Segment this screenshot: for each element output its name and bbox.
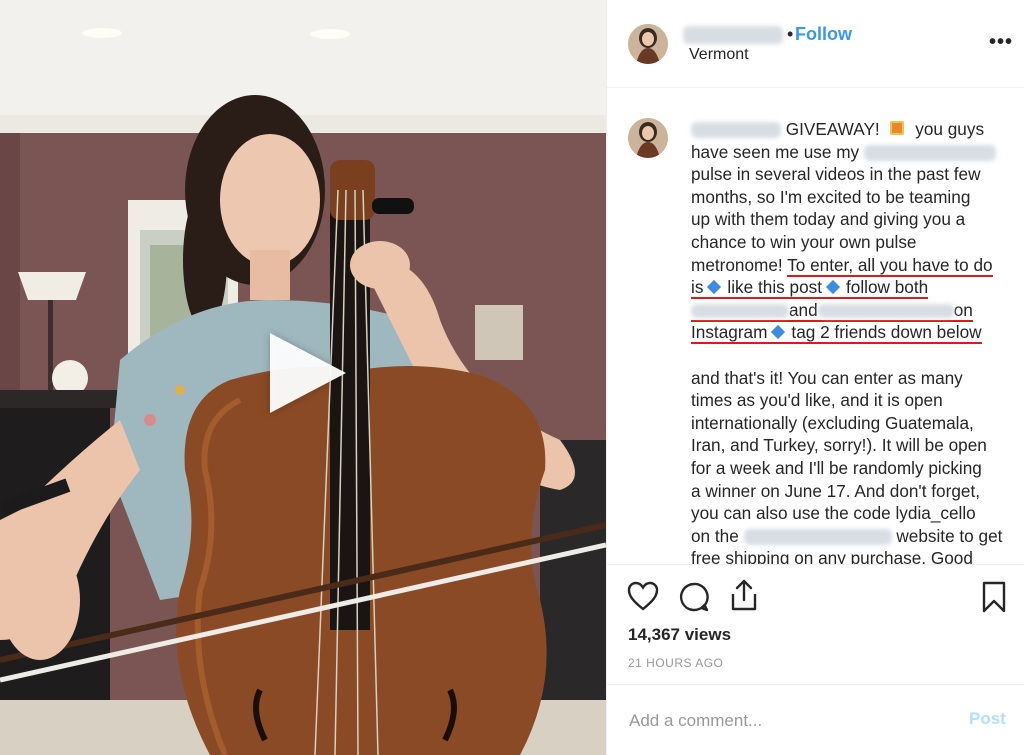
- instagram-post: • Follow Vermont ••• GIVEAWAY! you guys …: [0, 0, 1024, 755]
- heart-icon[interactable]: [627, 581, 659, 611]
- post-sidebar: • Follow Vermont ••• GIVEAWAY! you guys …: [606, 0, 1024, 755]
- caption-line: a winner on June 17. And don't forget,: [691, 480, 980, 501]
- brand-mention-redacted[interactable]: [863, 145, 996, 162]
- caption-line: have seen me use my: [691, 141, 1021, 164]
- caption-highlight: is like this post follow both: [691, 277, 929, 300]
- caption-word: follow both: [846, 277, 929, 298]
- caption-username-redacted[interactable]: [691, 122, 781, 139]
- caption-line: on the website to get: [691, 525, 1021, 548]
- caption-avatar-image: [628, 118, 668, 158]
- account-mention-redacted[interactable]: [691, 304, 789, 319]
- comment-input[interactable]: [627, 707, 951, 735]
- caption-line: Instagram tag 2 friends down below: [691, 321, 1021, 345]
- caption-line: internationally (excluding Guatemala,: [691, 412, 974, 433]
- caption-line: Iran, and Turkey, sorry!). It will be op…: [691, 435, 987, 456]
- caption-line: up with them today and giving you a: [691, 209, 966, 230]
- caption-word: GIVEAWAY!: [785, 119, 880, 139]
- avatar[interactable]: [628, 24, 668, 64]
- play-icon[interactable]: [270, 333, 346, 413]
- account-mention-redacted[interactable]: [817, 304, 954, 319]
- caption-word: on: [953, 299, 973, 320]
- caption-avatar[interactable]: [628, 118, 668, 158]
- view-count[interactable]: 14,367 views: [628, 625, 731, 645]
- caption-word: is: [691, 277, 704, 298]
- caption-line: GIVEAWAY! you guys: [691, 118, 1021, 141]
- post-video[interactable]: [0, 0, 606, 755]
- caption-word: metronome!: [691, 254, 783, 275]
- avatar-image: [628, 24, 668, 64]
- caption-line: pulse in several videos in the past few: [691, 164, 981, 185]
- post-comment-button[interactable]: Post: [969, 709, 1006, 729]
- caption-line: chance to win your own pulse: [691, 231, 917, 252]
- caption-line: metronome! To enter, all you have to do: [691, 254, 1021, 277]
- diamond-icon: [771, 324, 786, 339]
- diamond-icon: [707, 279, 722, 294]
- brand-mention-redacted[interactable]: [743, 529, 892, 546]
- location-link[interactable]: Vermont: [689, 46, 749, 64]
- caption-word: have seen me use my: [691, 141, 860, 162]
- caption-word: you guys: [915, 119, 985, 139]
- caption-line: is like this post follow both: [691, 276, 1021, 300]
- bookmark-icon[interactable]: [981, 581, 1007, 613]
- diamond-icon: [825, 279, 841, 294]
- caption-word: Instagram: [691, 322, 768, 343]
- caption-line: free shipping on any purchase. Good: [691, 548, 973, 564]
- share-icon[interactable]: [728, 578, 760, 612]
- post-actions: 14,367 views 21 HOURS AGO: [607, 564, 1024, 684]
- more-icon[interactable]: •••: [989, 31, 1013, 54]
- caption-highlight: and on: [691, 299, 973, 322]
- caption-highlight: To enter, all you have to do: [787, 254, 993, 277]
- caption-word: like this post: [727, 277, 822, 298]
- username-redacted[interactable]: [683, 26, 783, 44]
- caption-line: you can also use the code lydia_cello: [691, 503, 976, 524]
- post-header: • Follow Vermont •••: [607, 0, 1024, 88]
- caption-word: tag 2 friends down below: [791, 322, 982, 343]
- caption-line: months, so I'm excited to be teaming: [691, 186, 971, 207]
- comment-box: Post: [607, 684, 1024, 755]
- caption-word: on the: [691, 525, 739, 546]
- post-timestamp[interactable]: 21 HOURS AGO: [628, 656, 723, 670]
- caption-text: GIVEAWAY! you guys have seen me use my p…: [691, 118, 1021, 564]
- caption-line: for a week and I'll be randomly picking: [691, 457, 982, 478]
- gift-icon: [890, 121, 905, 136]
- caption-highlight: Instagram tag 2 friends down below: [691, 322, 982, 345]
- caption-word: website to get: [896, 525, 1003, 546]
- caption-scroll-area[interactable]: GIVEAWAY! you guys have seen me use my p…: [607, 88, 1024, 564]
- caption-line: times as you'd like, and it is open: [691, 390, 943, 411]
- comment-icon[interactable]: [678, 581, 710, 613]
- caption-word: and: [789, 299, 818, 320]
- follow-separator: •: [787, 24, 794, 44]
- caption-line: and that's it! You can enter as many: [691, 367, 963, 388]
- caption-line: and on: [691, 299, 1021, 322]
- follow-button[interactable]: Follow: [795, 24, 852, 45]
